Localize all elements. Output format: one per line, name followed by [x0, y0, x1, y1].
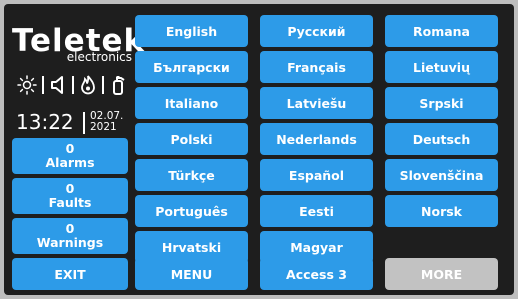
flame-icon: [79, 75, 97, 95]
icon-divider: [102, 76, 104, 94]
more-button: MORE: [385, 258, 498, 290]
access-level-button[interactable]: Access 3: [260, 258, 373, 290]
speaker-icon: [49, 75, 67, 95]
language-button-polish[interactable]: Polski: [135, 123, 248, 155]
faults-count: 0: [65, 181, 75, 196]
language-button-latvian[interactable]: Latviešu: [260, 87, 373, 119]
faults-label: Faults: [48, 195, 92, 210]
brand-subtitle: electronics: [66, 50, 132, 64]
language-button-slovenian[interactable]: Slovenščina: [385, 159, 498, 191]
panel-screen: Teletek electronics 13:22 02.07. 2021 0 …: [4, 4, 514, 295]
language-button-turkish[interactable]: Türkçe: [135, 159, 248, 191]
warnings-label: Warnings: [36, 235, 104, 250]
warnings-count: 0: [65, 221, 75, 236]
icon-divider: [42, 76, 44, 94]
alarms-label: Alarms: [45, 155, 95, 170]
language-button-french[interactable]: Français: [260, 51, 373, 83]
language-button-serbian[interactable]: Srpski: [385, 87, 498, 119]
exit-button[interactable]: EXIT: [12, 258, 128, 290]
sun-icon: [17, 75, 37, 95]
clock-time: 13:22: [16, 110, 74, 134]
language-button-romanian[interactable]: Romana: [385, 15, 498, 47]
alarms-count: 0: [65, 141, 75, 156]
language-button-spanish[interactable]: Español: [260, 159, 373, 191]
language-button-italian[interactable]: Italiano: [135, 87, 248, 119]
language-button-lithuanian[interactable]: Lietuvių: [385, 51, 498, 83]
language-button-portuguese[interactable]: Português: [135, 195, 248, 227]
extinguisher-icon: [109, 75, 127, 95]
menu-button[interactable]: MENU: [135, 258, 248, 290]
clock-divider: [83, 112, 85, 134]
icon-divider: [72, 76, 74, 94]
language-button-bulgarian[interactable]: Български: [135, 51, 248, 83]
faults-button[interactable]: 0 Faults: [12, 178, 128, 214]
language-button-norwegian[interactable]: Norsk: [385, 195, 498, 227]
language-button-estonian[interactable]: Eesti: [260, 195, 373, 227]
warnings-button[interactable]: 0 Warnings: [12, 218, 128, 254]
language-button-english[interactable]: English: [135, 15, 248, 47]
status-icons: [17, 75, 127, 95]
language-button-dutch[interactable]: Nederlands: [260, 123, 373, 155]
language-button-russian[interactable]: Русский: [260, 15, 373, 47]
clock-date: 02.07. 2021: [90, 111, 123, 133]
date-year: 2021: [90, 121, 117, 133]
language-button-german[interactable]: Deutsch: [385, 123, 498, 155]
alarms-button[interactable]: 0 Alarms: [12, 138, 128, 174]
